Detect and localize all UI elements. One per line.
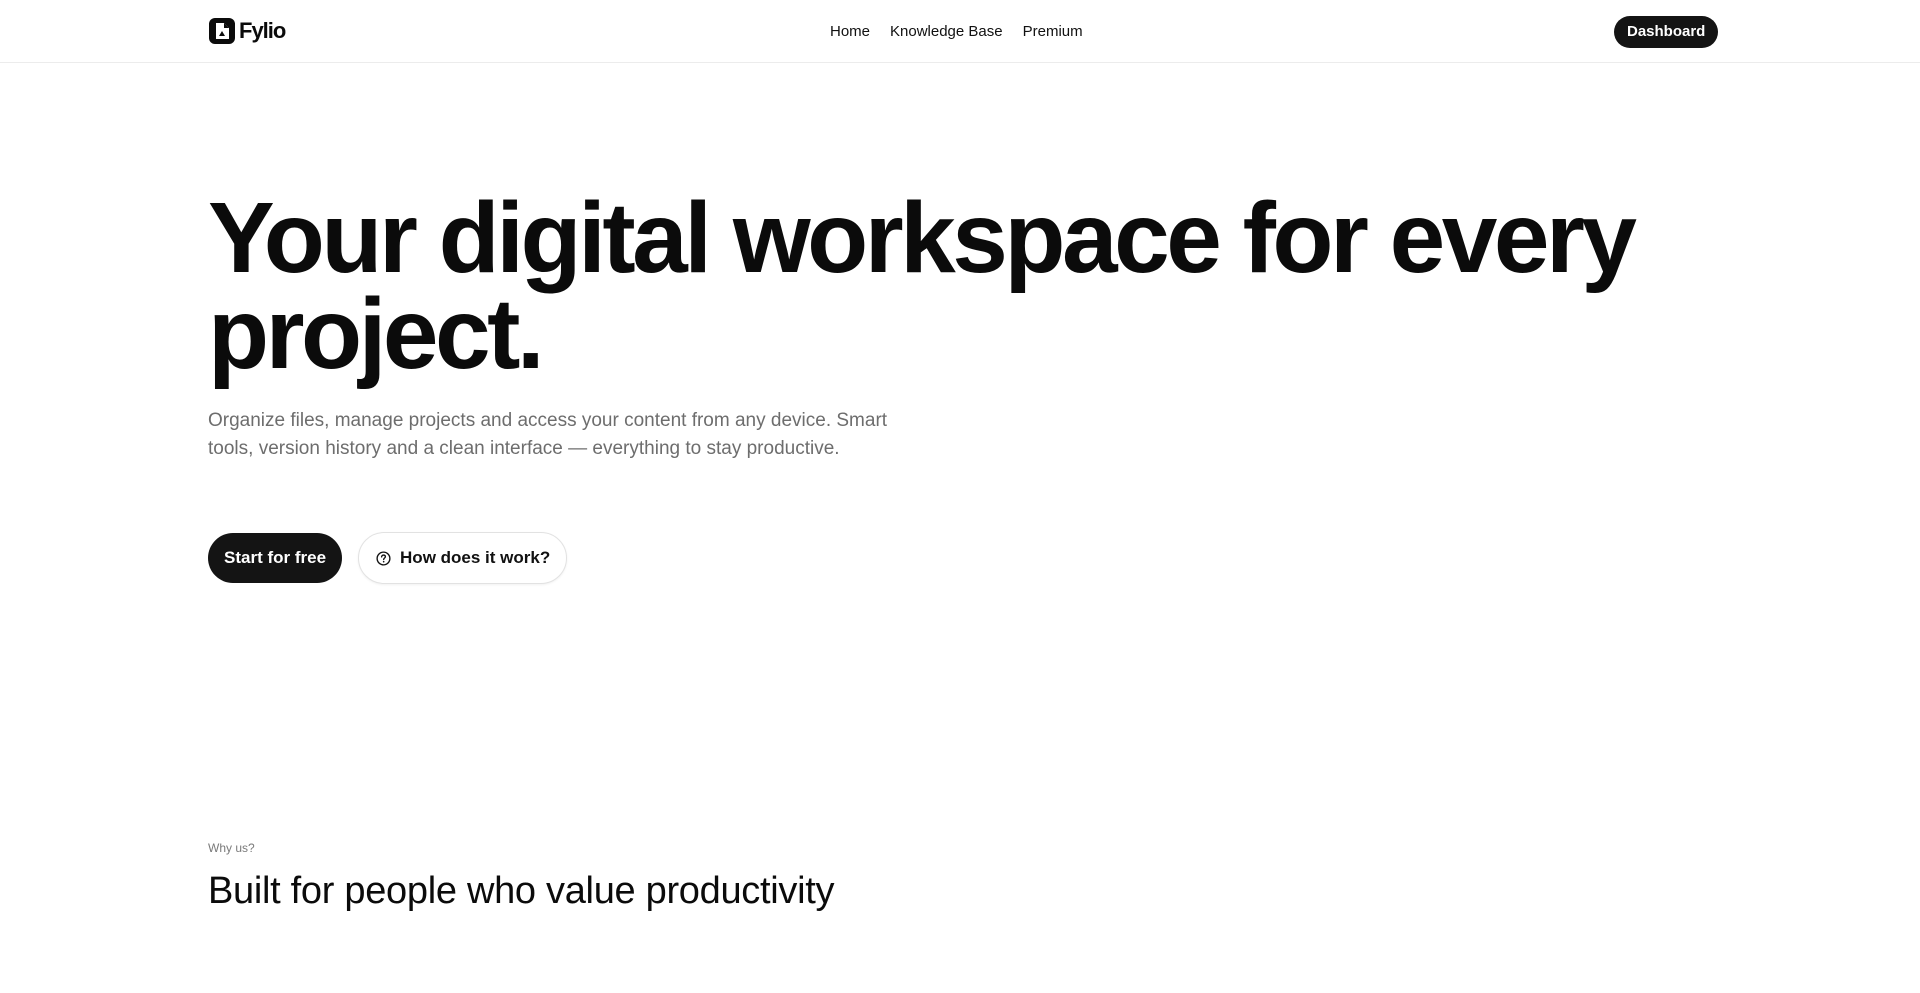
nav-link-knowledge-base[interactable]: Knowledge Base [890,22,1003,42]
main-nav: Home Knowledge Base Premium [830,22,1083,42]
hero-subtitle: Organize files, manage projects and acce… [208,410,888,459]
start-for-free-button[interactable]: Start for free [208,533,343,583]
question-circle-icon [376,550,391,566]
brand-logo-link[interactable]: Fylio [208,17,286,45]
why-us-eyebrow: Why us? [208,841,255,855]
why-us-title: Built for people who value productivity [208,870,835,912]
top-navbar: Fylio Home Knowledge Base Premium Dashbo… [0,0,1920,63]
how-does-it-work-button[interactable]: How does it work? [358,532,568,584]
brand-name: Fylio [239,18,286,43]
hero-cta-row: Start for free How does it work? [208,532,568,584]
nav-link-home[interactable]: Home [830,22,870,42]
nav-link-premium[interactable]: Premium [1023,22,1083,42]
how-does-it-work-label: How does it work? [400,548,551,567]
dashboard-button[interactable]: Dashboard [1614,16,1719,48]
document-logo-icon [209,18,235,44]
hero-title: Your digital workspace for every project… [208,182,1637,390]
